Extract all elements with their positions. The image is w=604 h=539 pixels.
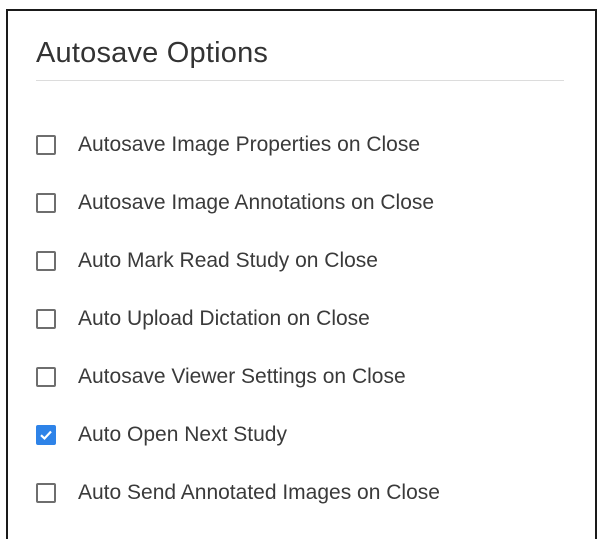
option-auto-mark-read-study[interactable]: Auto Mark Read Study on Close	[36, 247, 576, 305]
option-auto-open-next-study[interactable]: Auto Open Next Study	[36, 421, 576, 479]
option-label: Auto Upload Dictation on Close	[78, 307, 370, 330]
checkbox-auto-send-annotated-images[interactable]	[36, 483, 56, 503]
option-label: Autosave Viewer Settings on Close	[78, 365, 406, 388]
option-auto-upload-dictation[interactable]: Auto Upload Dictation on Close	[36, 305, 576, 363]
option-auto-send-annotated-images[interactable]: Auto Send Annotated Images on Close	[36, 479, 576, 537]
options-list: Autosave Image Properties on Close Autos…	[36, 131, 576, 537]
checkbox-autosave-image-annotations[interactable]	[36, 193, 56, 213]
option-autosave-viewer-settings[interactable]: Autosave Viewer Settings on Close	[36, 363, 576, 421]
option-autosave-image-annotations[interactable]: Autosave Image Annotations on Close	[36, 189, 576, 247]
checkbox-auto-open-next-study[interactable]	[36, 425, 56, 445]
autosave-options-panel: Autosave Options Autosave Image Properti…	[6, 9, 597, 539]
option-label: Auto Mark Read Study on Close	[78, 249, 378, 272]
checkbox-auto-mark-read-study[interactable]	[36, 251, 56, 271]
option-label: Autosave Image Properties on Close	[78, 133, 421, 156]
checkbox-auto-upload-dictation[interactable]	[36, 309, 56, 329]
option-label: Auto Send Annotated Images on Close	[78, 481, 440, 504]
title-divider	[36, 80, 564, 81]
option-label: Auto Open Next Study	[78, 423, 287, 446]
checkbox-autosave-viewer-settings[interactable]	[36, 367, 56, 387]
section-title: Autosave Options	[36, 37, 269, 69]
option-autosave-image-properties[interactable]: Autosave Image Properties on Close	[36, 131, 576, 189]
option-label: Autosave Image Annotations on Close	[78, 191, 435, 214]
checkmark-icon	[40, 430, 52, 441]
checkbox-autosave-image-properties[interactable]	[36, 135, 56, 155]
